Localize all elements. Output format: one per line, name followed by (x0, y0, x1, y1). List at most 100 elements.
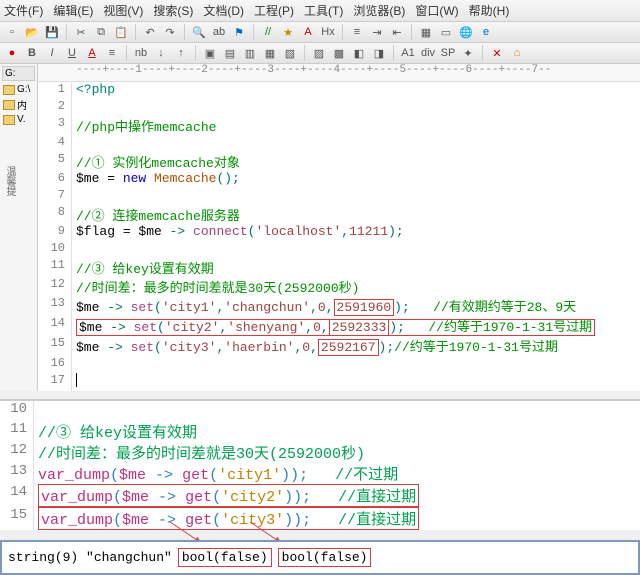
outdent-icon[interactable]: ⇤ (389, 24, 405, 40)
sp-icon[interactable]: SP (440, 45, 456, 61)
menu-tools[interactable]: 工具(T) (304, 2, 343, 19)
menu-search[interactable]: 搜索(S) (153, 2, 193, 19)
line-number: 14 (0, 484, 34, 507)
menu-help[interactable]: 帮助(H) (469, 2, 510, 19)
record-icon[interactable]: ● (4, 45, 20, 61)
line-number: 11 (38, 258, 72, 277)
line-number: 9 (38, 224, 72, 241)
output-panel: string(9) "changchun" bool(false) bool(f… (0, 540, 640, 575)
tool-icon[interactable]: ▣ (202, 45, 218, 61)
separator (66, 24, 67, 40)
indent-icon[interactable]: ⇥ (369, 24, 385, 40)
tool-icon[interactable]: ▤ (222, 45, 238, 61)
wand-icon[interactable]: ✦ (460, 45, 476, 61)
undo-icon[interactable]: ↶ (142, 24, 158, 40)
menu-window[interactable]: 窗口(W) (415, 2, 458, 19)
grid-icon[interactable]: ▦ (418, 24, 434, 40)
line-number: 2 (38, 99, 72, 116)
separator (482, 45, 483, 61)
find-icon[interactable]: 🔍 (191, 24, 207, 40)
vertical-label: 温馨提 (2, 166, 17, 196)
line-number: 6 (38, 171, 72, 188)
tree-item[interactable]: 内 (2, 96, 35, 113)
separator (184, 24, 185, 40)
replace-icon[interactable]: ab (211, 24, 227, 40)
line-number: 10 (38, 241, 72, 258)
menu-view[interactable]: 视图(V) (103, 2, 143, 19)
separator (126, 45, 127, 61)
line-number: 11 (0, 421, 34, 442)
underline-icon[interactable]: U (64, 45, 80, 61)
separator (393, 45, 394, 61)
main-area: G: G:\ 内 V. 温馨提 ----+----1----+----2----… (0, 64, 640, 391)
paste-icon[interactable]: 📋 (113, 24, 129, 40)
separator (411, 24, 412, 40)
line-number: 1 (38, 82, 72, 99)
open-icon[interactable]: 📂 (24, 24, 40, 40)
menu-file[interactable]: 文件(F) (4, 2, 43, 19)
tool-icon[interactable]: ▦ (262, 45, 278, 61)
browser-icon[interactable]: 🌐 (458, 24, 474, 40)
div-icon[interactable]: div (420, 45, 436, 61)
output-string: string(9) "changchun" (8, 550, 172, 565)
star-icon[interactable]: ★ (280, 24, 296, 40)
tool-icon[interactable]: ▧ (282, 45, 298, 61)
copy-icon[interactable]: ⧉ (93, 24, 109, 40)
new-icon[interactable]: ▫ (4, 24, 20, 40)
tool-icon[interactable]: ▥ (242, 45, 258, 61)
a1-icon[interactable]: A1 (400, 45, 416, 61)
separator (304, 45, 305, 61)
line-number: 16 (38, 356, 72, 373)
tool-icon[interactable]: ◧ (351, 45, 367, 61)
bookmark-icon[interactable]: ⚑ (231, 24, 247, 40)
highlighted-value: 2592167 (318, 339, 379, 356)
folder-icon (3, 100, 15, 110)
highlighted-row: var_dump($me -> get('city2')); //直接过期 (38, 484, 419, 507)
tree-item[interactable]: G:\ (2, 83, 35, 96)
list-icon[interactable]: ≡ (349, 24, 365, 40)
cut-icon[interactable]: ✂ (73, 24, 89, 40)
arrow-up-icon[interactable]: ↑ (173, 45, 189, 61)
arrow-down-icon[interactable]: ↓ (153, 45, 169, 61)
align-icon[interactable]: ≡ (104, 45, 120, 61)
code-editor-2[interactable]: 10 11//③ 给key设置有效期 12//时间差：最多的时间差就是30天(2… (0, 399, 640, 530)
line-number: 12 (0, 442, 34, 463)
line-number: 15 (38, 336, 72, 356)
tree-item[interactable]: V. (2, 113, 35, 126)
line-number: 5 (38, 152, 72, 171)
bold-icon[interactable]: B (24, 45, 40, 61)
redo-icon[interactable]: ↷ (162, 24, 178, 40)
code-editor-1[interactable]: ----+----1----+----2----+----3----+----4… (38, 64, 640, 391)
line-number: 10 (0, 401, 34, 421)
anchor-icon[interactable]: A (300, 24, 316, 40)
line-number: 17 (38, 373, 72, 391)
line-number: 15 (0, 507, 34, 530)
home-icon[interactable]: ⌂ (509, 45, 525, 61)
ie-icon[interactable]: e (478, 24, 494, 40)
nb-icon[interactable]: nb (133, 45, 149, 61)
save-icon[interactable]: 💾 (44, 24, 60, 40)
output-bool-2: bool(false) (278, 548, 372, 567)
tool-icon[interactable]: ▩ (331, 45, 347, 61)
close-icon[interactable]: ✕ (489, 45, 505, 61)
ruler: ----+----1----+----2----+----3----+----4… (38, 64, 640, 82)
hx-icon[interactable]: Hx (320, 24, 336, 40)
toolbar-2: ● B I U A ≡ nb ↓ ↑ ▣ ▤ ▥ ▦ ▧ ▨ ▩ ◧ ◨ A1 … (0, 43, 640, 64)
tool-icon[interactable]: ▨ (311, 45, 327, 61)
sidebar-drive-label[interactable]: G: (2, 66, 35, 81)
fontcolor-icon[interactable]: A (84, 45, 100, 61)
sidebar: G: G:\ 内 V. 温馨提 (0, 64, 38, 391)
menu-project[interactable]: 工程(P) (254, 2, 294, 19)
separator (253, 24, 254, 40)
tool-icon[interactable]: ◨ (371, 45, 387, 61)
italic-icon[interactable]: I (44, 45, 60, 61)
menu-edit[interactable]: 编辑(E) (53, 2, 93, 19)
line-number: 3 (38, 116, 72, 135)
box-icon[interactable]: ▭ (438, 24, 454, 40)
menu-doc[interactable]: 文档(D) (203, 2, 244, 19)
highlighted-row: $me -> set('city2','shenyang',0,2592333)… (76, 319, 595, 336)
separator (342, 24, 343, 40)
menu-browser[interactable]: 浏览器(B) (353, 2, 405, 19)
comment-icon[interactable]: // (260, 24, 276, 40)
toolbar-1: ▫ 📂 💾 ✂ ⧉ 📋 ↶ ↷ 🔍 ab ⚑ // ★ A Hx ≡ ⇥ ⇤ ▦… (0, 22, 640, 43)
